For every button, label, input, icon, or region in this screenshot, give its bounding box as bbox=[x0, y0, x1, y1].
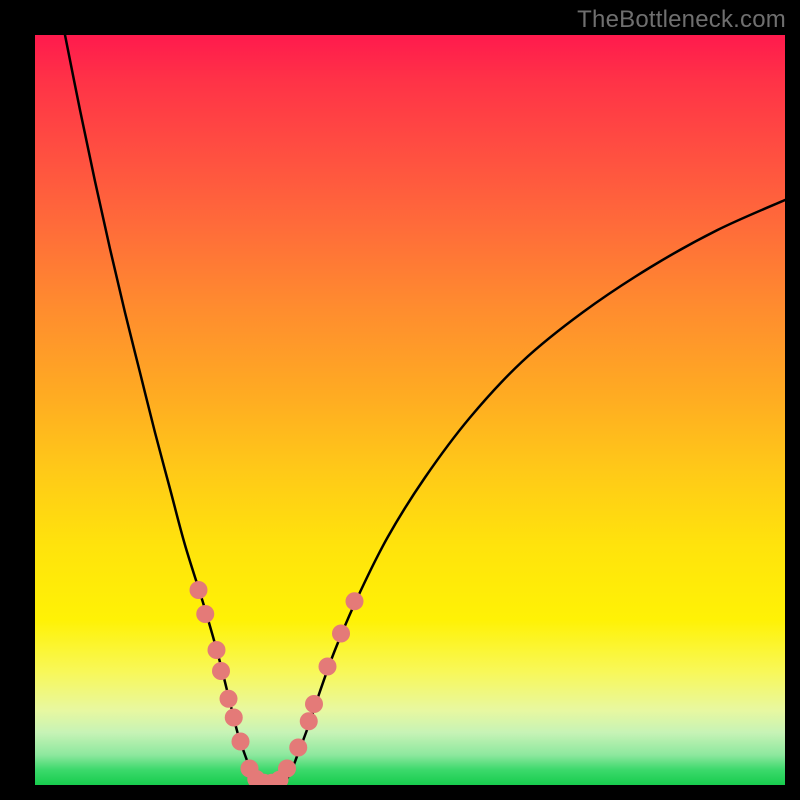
data-marker bbox=[278, 760, 296, 778]
plot-area bbox=[35, 35, 785, 785]
watermark-label: TheBottleneck.com bbox=[577, 6, 786, 34]
data-marker bbox=[196, 605, 214, 623]
chart-frame: TheBottleneck.com bbox=[0, 0, 800, 800]
data-marker bbox=[232, 733, 250, 751]
chart-svg bbox=[35, 35, 785, 785]
data-marker bbox=[305, 695, 323, 713]
data-marker bbox=[289, 739, 307, 757]
data-marker bbox=[212, 662, 230, 680]
data-markers bbox=[190, 581, 364, 785]
data-marker bbox=[319, 658, 337, 676]
data-marker bbox=[300, 712, 318, 730]
curve-right-branch bbox=[283, 200, 786, 785]
data-marker bbox=[208, 641, 226, 659]
data-marker bbox=[190, 581, 208, 599]
data-marker bbox=[225, 709, 243, 727]
curve-left-branch bbox=[65, 35, 260, 785]
data-marker bbox=[346, 592, 364, 610]
data-marker bbox=[220, 690, 238, 708]
data-marker bbox=[332, 625, 350, 643]
